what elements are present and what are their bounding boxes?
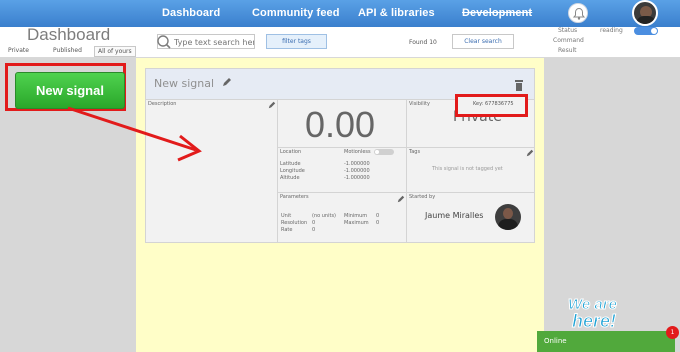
filter-tags-button[interactable]: filter tags xyxy=(266,34,327,49)
dashboard-header: Dashboard Private Published All of yours… xyxy=(0,25,680,58)
online-chat-button[interactable]: Online xyxy=(537,331,675,352)
status-value: reading xyxy=(600,27,623,34)
minimum-label: Minimum xyxy=(344,213,368,219)
resolution-label: Resolution xyxy=(281,220,308,226)
search-icon xyxy=(157,35,171,49)
unit-label: Unit xyxy=(281,213,292,219)
filter-private[interactable]: Private xyxy=(8,47,29,54)
search-input[interactable] xyxy=(174,36,254,48)
latitude-value: -1.000000 xyxy=(344,161,370,167)
highlight-box-key: Key: 677836775 xyxy=(455,94,528,117)
left-sidebar: New signal xyxy=(0,58,136,352)
tags-empty-text: This signal is not tagged yet xyxy=(432,166,503,172)
started-by-cell: Started by Jaume Miralles xyxy=(407,193,535,243)
result-label: Result xyxy=(558,47,577,54)
maximum-label: Maximum xyxy=(344,220,369,226)
new-signal-button[interactable]: New signal xyxy=(15,72,125,109)
parameters-cell: Parameters Unit (no units) Resolution 0 … xyxy=(278,193,407,243)
tags-cell: Tags This signal is not tagged yet xyxy=(407,148,535,193)
value-cell: 0.00 xyxy=(278,100,407,148)
nav-dashboard[interactable]: Dashboard xyxy=(162,7,220,19)
parameters-label: Parameters xyxy=(280,194,309,200)
user-avatar[interactable] xyxy=(632,0,658,26)
longitude-value: -1.000000 xyxy=(344,168,370,174)
location-label: Location xyxy=(280,149,302,155)
filter-all-of-yours[interactable]: All of yours xyxy=(94,46,136,57)
motionless-toggle[interactable] xyxy=(374,149,394,155)
motionless-label: Motionless xyxy=(344,149,371,155)
signal-value: 0.00 xyxy=(305,104,376,145)
trash-icon[interactable] xyxy=(514,79,524,91)
rate-label: Rate xyxy=(281,227,293,233)
app-root: Dashboard Community feed API & libraries… xyxy=(0,0,680,352)
notifications-button[interactable] xyxy=(568,3,588,23)
longitude-label: Longitude xyxy=(280,168,305,174)
nav-community-feed[interactable]: Community feed xyxy=(252,7,340,19)
pencil-icon[interactable] xyxy=(268,101,276,109)
signal-title[interactable]: New signal xyxy=(154,77,214,90)
started-by-label: Started by xyxy=(409,194,436,200)
location-cell: Location Motionless Latitude -1.000000 L… xyxy=(278,148,407,193)
bell-icon xyxy=(572,7,586,20)
maximum-value: 0 xyxy=(376,220,380,226)
nav-api-libraries[interactable]: API & libraries xyxy=(358,7,435,19)
rate-value: 0 xyxy=(312,227,316,233)
latitude-label: Latitude xyxy=(280,161,301,167)
pencil-icon[interactable] xyxy=(222,77,232,87)
highlight-box-new-signal: New signal xyxy=(5,63,126,111)
altitude-value: -1.000000 xyxy=(344,175,370,181)
started-by-avatar xyxy=(495,204,521,230)
altitude-label: Altitude xyxy=(280,175,300,181)
resolution-value: 0 xyxy=(312,220,316,226)
description-cell: Description xyxy=(146,100,278,243)
top-navigation-bar: Dashboard Community feed API & libraries… xyxy=(0,0,680,27)
pencil-icon[interactable] xyxy=(526,149,534,157)
svg-text:here!: here! xyxy=(572,311,616,331)
search-box xyxy=(157,34,255,49)
status-label: Status xyxy=(558,27,578,34)
pencil-icon[interactable] xyxy=(397,195,405,203)
status-toggle[interactable] xyxy=(634,27,658,35)
page-title: Dashboard xyxy=(27,25,111,44)
command-label: Command xyxy=(553,37,584,44)
nav-development[interactable]: Development xyxy=(462,7,532,19)
unit-value: (no units) xyxy=(312,213,337,219)
filter-published[interactable]: Published xyxy=(53,47,82,54)
we-are-here-logo[interactable]: We are here! xyxy=(562,291,646,333)
started-by-name: Jaume Miralles xyxy=(425,211,484,220)
signal-key: Key: 677836775 xyxy=(473,101,514,107)
clear-search-button[interactable]: Clear search xyxy=(452,34,514,49)
found-count: Found 10 xyxy=(409,39,437,46)
tags-label: Tags xyxy=(409,149,421,155)
minimum-value: 0 xyxy=(376,213,380,219)
description-label: Description xyxy=(148,101,177,107)
visibility-label: Visibility xyxy=(409,101,430,107)
chat-notification-badge: 1 xyxy=(666,326,679,339)
